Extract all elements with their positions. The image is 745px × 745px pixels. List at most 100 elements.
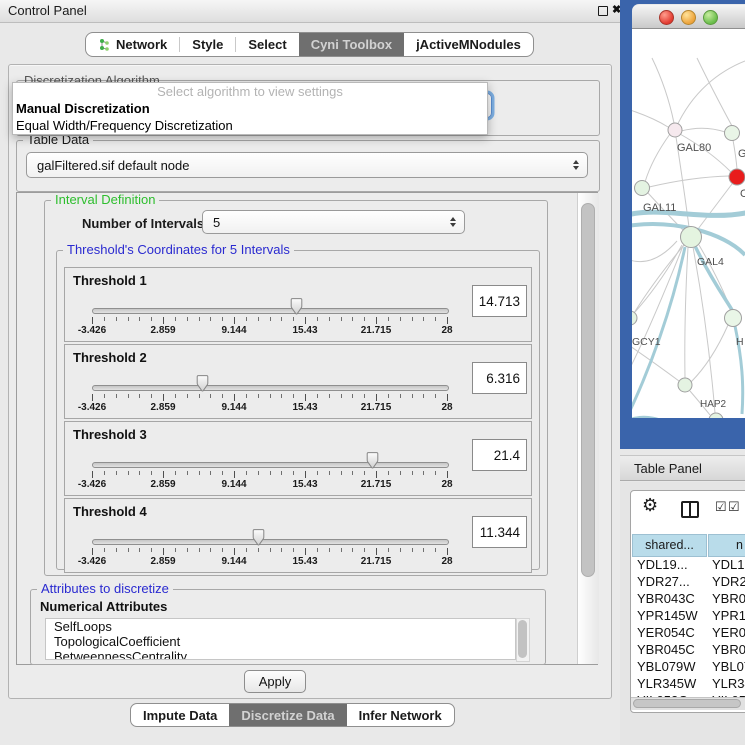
settings-scrollbar-thumb[interactable] <box>581 203 595 577</box>
cell-name: YER05 <box>712 625 745 640</box>
checkbox-icon[interactable]: ☑ <box>728 499 740 515</box>
threshold-slider-thumb[interactable] <box>195 375 210 392</box>
slider-tick <box>163 317 164 324</box>
threshold-slider-track[interactable] <box>92 462 449 468</box>
slider-tick <box>317 317 318 321</box>
minimize-traffic-light-icon[interactable] <box>681 10 696 25</box>
slider-tick <box>104 394 105 398</box>
threshold-slider-track[interactable] <box>92 308 449 314</box>
slider-tick <box>329 317 330 321</box>
threshold-slider-track[interactable] <box>92 385 449 391</box>
tab-jactivemnodules[interactable]: jActiveMNodules <box>404 33 533 56</box>
slider-scale-label: 9.144 <box>221 325 246 336</box>
slider-tick <box>435 394 436 398</box>
table-hscrollbar-thumb[interactable] <box>633 699 741 708</box>
network-canvas[interactable]: GAL80GACGAL11GAL4GCY1HHAP2 <box>632 29 745 418</box>
number-of-intervals-label: Number of Intervals <box>82 216 204 231</box>
slider-scale-label: 9.144 <box>221 402 246 413</box>
apply-button[interactable]: Apply <box>244 670 306 693</box>
slider-tick <box>210 317 211 321</box>
bottom-tab-infer-network[interactable]: Infer Network <box>347 704 454 726</box>
table-row[interactable]: YPR145WYPR14 <box>632 607 745 624</box>
slider-tick <box>151 394 152 398</box>
threshold-slider-thumb[interactable] <box>289 298 304 315</box>
attributes-scrollbar-thumb[interactable] <box>518 620 527 658</box>
threshold-value-field[interactable]: 21.4 <box>472 439 527 471</box>
threshold-3-panel: Threshold 3-3.4262.8599.14415.4321.71528… <box>64 421 532 496</box>
table-row[interactable]: YDR27...YDR27 <box>632 573 745 590</box>
slider-scale-label: -3.426 <box>78 325 106 336</box>
attribute-list-item[interactable]: BetweennessCentrality <box>46 649 515 660</box>
table-row[interactable]: YBR043CYBR04 <box>632 590 745 607</box>
close-traffic-light-icon[interactable] <box>659 10 674 25</box>
network-node-label: H <box>736 336 744 348</box>
slider-scale-label: 2.859 <box>150 325 175 336</box>
cell-name: YBL07 <box>712 659 745 674</box>
threshold-slider-track[interactable] <box>92 539 449 545</box>
zoom-traffic-light-icon[interactable] <box>703 10 718 25</box>
dropdown-item-equal-width-frequency[interactable]: Equal Width/Frequency Discretization <box>13 117 487 134</box>
slider-tick <box>104 548 105 552</box>
cell-name: YLR34 <box>712 676 745 691</box>
number-of-intervals-combobox[interactable]: 5 <box>202 210 465 234</box>
dropdown-item-manual-discretization[interactable]: Manual Discretization <box>13 100 487 117</box>
cell-shared-name: YER054C <box>637 625 695 640</box>
slider-tick <box>281 548 282 552</box>
table-data-combobox[interactable]: galFiltered.sif default node <box>26 152 588 178</box>
table-row[interactable]: YDL19...YDL19 <box>632 556 745 573</box>
tab-network[interactable]: Network <box>86 33 179 56</box>
slider-tick <box>116 471 117 475</box>
gear-icon[interactable]: ⚙ <box>642 496 658 514</box>
slider-tick <box>364 471 365 475</box>
network-node[interactable] <box>725 126 740 141</box>
bottom-tab-impute-data[interactable]: Impute Data <box>131 704 229 726</box>
interval-definition-label: Interval Definition <box>51 193 159 207</box>
slider-tick <box>246 548 247 552</box>
bottom-tab-discretize-data[interactable]: Discretize Data <box>229 704 346 726</box>
attribute-list-item[interactable]: TopologicalCoefficient <box>46 634 515 649</box>
attribute-list-item[interactable]: SelfLoops <box>46 619 515 634</box>
numerical-attributes-label: Numerical Attributes <box>40 599 167 614</box>
slider-tick <box>329 394 330 398</box>
tab-select[interactable]: Select <box>236 33 298 56</box>
network-node[interactable] <box>681 227 702 248</box>
checkbox-icon[interactable]: ☑ <box>715 499 727 515</box>
threshold-slider-thumb[interactable] <box>251 529 266 546</box>
table-row[interactable]: YBR045CYBR04 <box>632 641 745 658</box>
float-window-icon[interactable] <box>598 6 608 16</box>
network-nodes[interactable] <box>632 123 745 418</box>
slider-tick <box>92 394 93 401</box>
slider-tick <box>210 471 211 475</box>
slider-tick <box>341 548 342 552</box>
cell-shared-name: YBR045C <box>637 642 695 657</box>
tab-style[interactable]: Style <box>180 33 235 56</box>
table-row[interactable]: YBL079WYBL07 <box>632 658 745 675</box>
column-header-shared-name[interactable]: shared... <box>632 534 707 557</box>
threshold-slider-thumb[interactable] <box>365 452 380 469</box>
table-row[interactable]: YER054C YER05 <box>632 624 745 641</box>
network-node[interactable] <box>668 123 682 137</box>
network-node[interactable] <box>729 169 745 185</box>
network-node[interactable] <box>632 311 637 325</box>
slider-tick <box>175 394 176 398</box>
network-node[interactable] <box>678 378 692 392</box>
slider-tick <box>305 548 306 555</box>
threshold-value-field[interactable]: 14.713 <box>472 285 527 317</box>
threshold-value-field[interactable]: 6.316 <box>472 362 527 394</box>
slider-tick <box>352 317 353 321</box>
slider-tick <box>364 394 365 398</box>
network-node[interactable] <box>725 310 742 327</box>
slider-tick <box>234 548 235 555</box>
network-node[interactable] <box>709 413 723 418</box>
threshold-value-field[interactable]: 11.344 <box>472 516 527 548</box>
slider-tick <box>116 548 117 552</box>
attributes-group-label: Attributes to discretize <box>37 582 173 596</box>
slider-tick <box>412 548 413 552</box>
network-node[interactable] <box>635 181 650 196</box>
slider-tick <box>175 317 176 321</box>
table-row[interactable]: YLR345WYLR34 <box>632 675 745 692</box>
column-layout-icon[interactable] <box>681 501 699 518</box>
tab-cyni-toolbox[interactable]: Cyni Toolbox <box>299 33 404 56</box>
column-header-name[interactable]: n <box>708 534 745 557</box>
slider-scale-label: 9.144 <box>221 479 246 490</box>
